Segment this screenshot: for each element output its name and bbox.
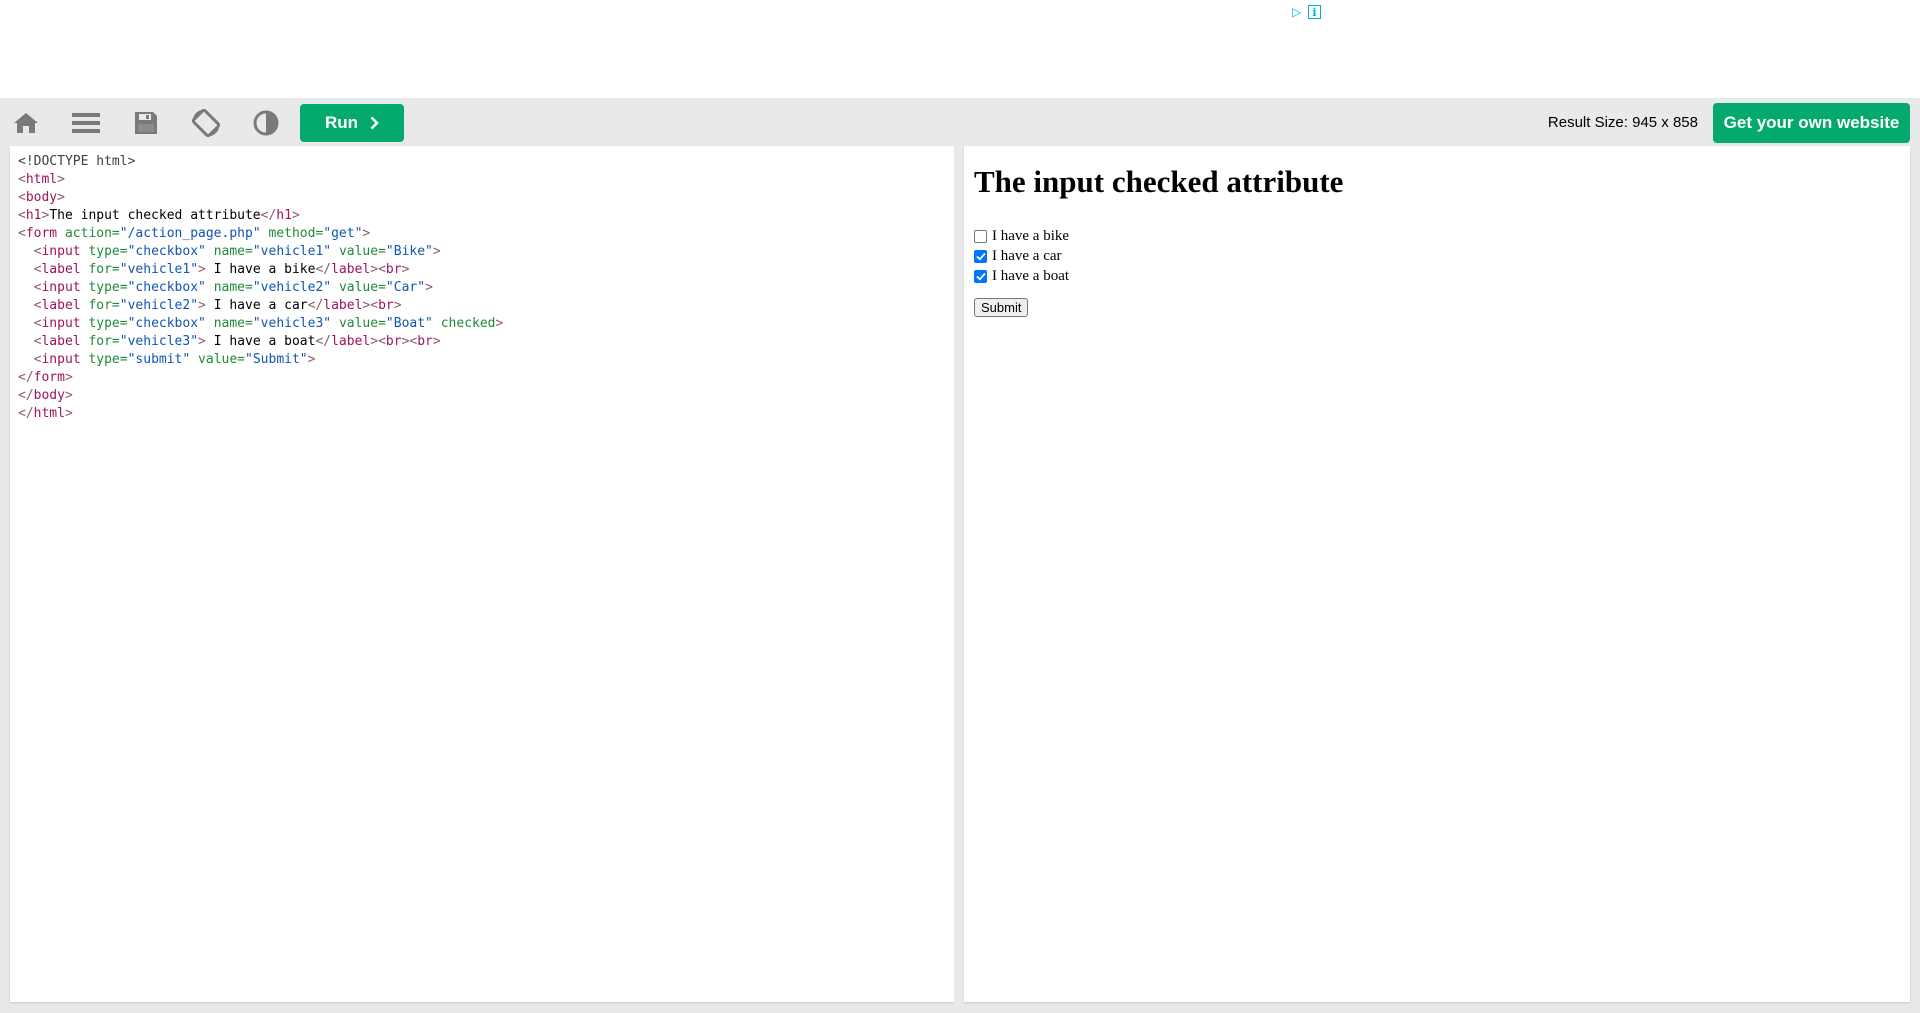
code-line[interactable]: <form action="/action_page.php" method="… — [18, 225, 954, 243]
chevron-right-icon — [370, 116, 379, 130]
result-heading: The input checked attribute — [974, 164, 1344, 199]
submit-button[interactable]: Submit — [974, 298, 1029, 317]
code-editor[interactable]: <!DOCTYPE html> <html> <body> <h1>The input… — [10, 146, 954, 1002]
checkbox-label-bike[interactable]: I have a bike — [992, 228, 1069, 245]
ad-choices[interactable]: ▷ i — [1292, 5, 1321, 19]
code-line[interactable]: <input type="submit" value="Submit"> — [18, 351, 954, 369]
checkbox-label-boat[interactable]: I have a boat — [992, 268, 1069, 285]
code-line[interactable]: <!DOCTYPE html> — [18, 153, 954, 171]
code-line[interactable]: <input type="checkbox" name="vehicle3" v… — [18, 315, 954, 333]
checkbox-row-bike: I have a bike — [974, 226, 1069, 246]
checkbox-boat[interactable] — [974, 269, 987, 283]
code-line[interactable]: <label for="vehicle1"> I have a bike</la… — [18, 261, 954, 279]
checkbox-bike[interactable] — [974, 229, 987, 243]
code-line[interactable]: </form> — [18, 369, 954, 387]
code-line[interactable]: <h1>The input checked attribute</h1> — [18, 207, 954, 225]
code-line[interactable]: <label for="vehicle2"> I have a car</lab… — [18, 297, 954, 315]
ad-bar: ▷ i — [0, 0, 1920, 98]
pane-divider[interactable] — [954, 146, 964, 1002]
get-own-website-button[interactable]: Get your own website — [1713, 103, 1910, 143]
run-button[interactable]: Run — [300, 104, 404, 142]
checkbox-row-boat: I have a boat — [974, 266, 1069, 286]
home-icon[interactable] — [9, 106, 43, 140]
result-size-label: Result Size: 945 x 858 — [1547, 114, 1698, 131]
code-line[interactable]: <label for="vehicle3"> I have a boat</la… — [18, 333, 954, 351]
theme-toggle-icon[interactable] — [249, 106, 283, 140]
rotate-icon[interactable] — [189, 106, 223, 140]
code-line[interactable]: <input type="checkbox" name="vehicle2" v… — [18, 279, 954, 297]
result-form: I have a bike I have a car I have a boat… — [974, 226, 1069, 317]
ad-play-icon[interactable]: ▷ — [1292, 5, 1306, 19]
code-line[interactable]: <html> — [18, 171, 954, 189]
code-text[interactable]: <!DOCTYPE html> <html> <body> <h1>The input… — [10, 146, 954, 423]
run-button-label: Run — [324, 113, 359, 132]
menu-icon[interactable] — [69, 106, 103, 140]
checkbox-label-car[interactable]: I have a car — [992, 248, 1062, 265]
code-line[interactable]: <body> — [18, 189, 954, 207]
ad-info-icon[interactable]: i — [1308, 5, 1321, 19]
result-pane: The input checked attribute I have a bik… — [964, 146, 1910, 1002]
checkbox-row-car: I have a car — [974, 246, 1069, 266]
code-line[interactable]: </html> — [18, 405, 954, 423]
save-icon[interactable] — [129, 106, 163, 140]
code-line[interactable]: </body> — [18, 387, 954, 405]
toolbar: Run Result Size: 945 x 858 Get your own … — [0, 98, 1920, 146]
code-line[interactable]: <input type="checkbox" name="vehicle1" v… — [18, 243, 954, 261]
checkbox-car[interactable] — [974, 249, 987, 263]
